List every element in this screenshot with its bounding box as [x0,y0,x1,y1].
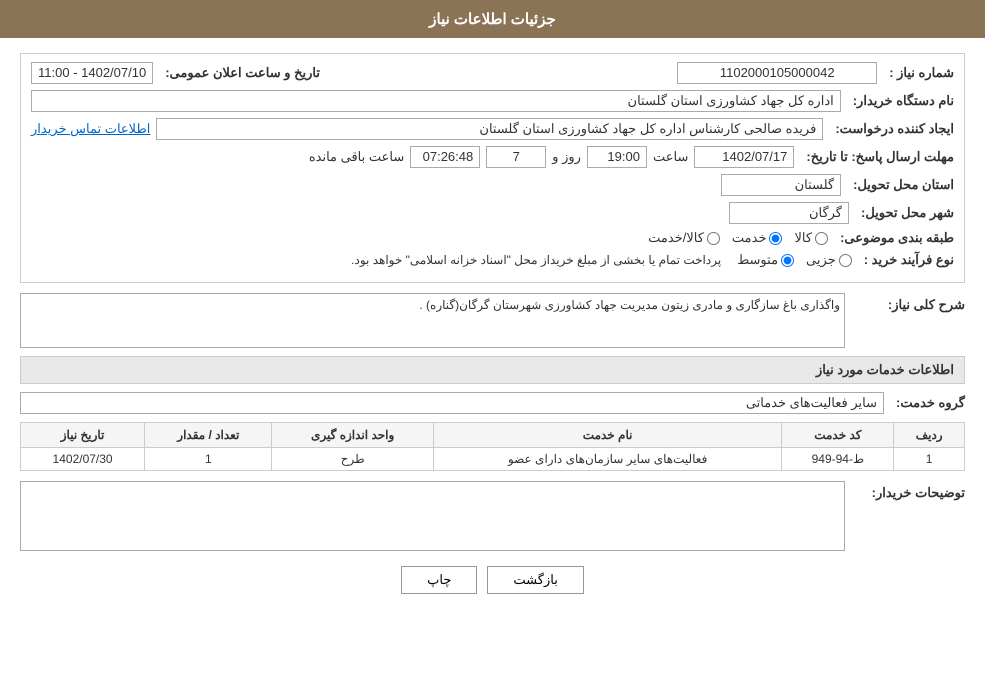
tabaqe-row: طبقه بندی موضوعی: کالا خدمت کالا/خدمت [31,230,954,246]
button-row: بازگشت چاپ [20,566,965,594]
sherh-content: واگذاری باغ سازگاری و مادری زیتون مدیریت… [20,293,845,348]
nooe-jozi-radio[interactable] [839,254,852,267]
saat-baqi-value: 07:26:48 [410,146,480,168]
col-tarikh: تاریخ نیاز [21,423,145,448]
print-button[interactable]: چاپ [401,566,477,594]
col-radif: ردیف [894,423,965,448]
shomare-row: شماره نیاز : 1102000105000042 تاریخ و سا… [31,62,954,84]
table-body: 1 ط-94-949 فعالیت‌های سایر سازمان‌های دا… [21,448,965,471]
nam-dastgah-label: نام دستگاه خریدار: [847,93,954,109]
sherh-box-container: واگذاری باغ سازگاری و مادری زیتون مدیریت… [20,293,845,348]
tozihat-label: توضیحات خریدار: [845,481,965,501]
ijad-konande-value: فریده صالحی کارشناس اداره کل جهاد کشاورز… [156,118,823,140]
ostan-tahvil-label: استان محل تحویل: [847,177,954,193]
tabaqe-kala-khedmat-label: کالا/خدمت [648,230,704,246]
saat-baqi-label: ساعت باقی مانده [309,149,404,165]
nooe-motevaset: متوسط [737,252,794,268]
back-button[interactable]: بازگشت [487,566,583,594]
sherh-section: شرح کلی نیاز: واگذاری باغ سازگاری و مادر… [20,293,965,348]
nooe-text: پرداخت تمام یا بخشی از مبلغ خریداز محل "… [351,253,721,267]
cell-tarikh: 1402/07/30 [21,448,145,471]
saat-label: ساعت [653,149,688,165]
grooh-value: سایر فعالیت‌های خدماتی [20,392,884,414]
shahr-tahvil-label: شهر محل تحویل: [855,205,954,221]
khedamat-section-title: اطلاعات خدمات مورد نیاز [20,356,965,384]
tarikh-elan-value: 1402/07/10 - 11:00 [31,62,153,84]
shahr-row: شهر محل تحویل: گرگان [31,202,954,224]
ijad-konande-label: ایجاد کننده درخواست: [829,121,954,137]
table-header: ردیف کد خدمت نام خدمت واحد اندازه گیری ت… [21,423,965,448]
nam-dastgah-row: نام دستگاه خریدار: اداره کل جهاد کشاورزی… [31,90,954,112]
mohlat-row: مهلت ارسال پاسخ: تا تاریخ: 1402/07/17 سا… [31,146,954,168]
sherh-label: شرح کلی نیاز: [845,293,965,313]
tozihat-box-container [20,481,845,551]
table-row: 1 ط-94-949 فعالیت‌های سایر سازمان‌های دا… [21,448,965,471]
col-kod: کد خدمت [782,423,894,448]
roz-label: روز و [552,149,581,165]
tabaqe-kala-radio[interactable] [815,232,828,245]
col-vahed: واحد اندازه گیری [272,423,433,448]
saat-value: 19:00 [587,146,647,168]
tabaqe-khedmat-radio[interactable] [769,232,782,245]
nooe-jozi-label: جزیی [806,252,836,268]
cell-vahed: طرح [272,448,433,471]
tabaqe-kala-khedmat-radio[interactable] [707,232,720,245]
cell-nam: فعالیت‌های سایر سازمان‌های دارای عضو [433,448,781,471]
cell-tedad: 1 [145,448,272,471]
nooe-label: نوع فرآیند خرید : [858,252,954,268]
ostan-tahvil-value: گلستان [721,174,841,196]
tabaqe-khedmat: خدمت [732,230,783,246]
shahr-tahvil-value: گرگان [729,202,849,224]
ettelaat-tamas-link[interactable]: اطلاعات تماس خریدار [31,121,150,137]
cell-kod: ط-94-949 [782,448,894,471]
roz-value: 7 [486,146,546,168]
nooe-row: نوع فرآیند خرید : جزیی متوسط پرداخت تمام… [31,252,954,268]
main-info-section: شماره نیاز : 1102000105000042 تاریخ و سا… [20,53,965,283]
shomare-niaz-label: شماره نیاز : [883,65,954,81]
tabaqe-label: طبقه بندی موضوعی: [834,230,954,246]
col-tedad: تعداد / مقدار [145,423,272,448]
nooe-motevaset-label: متوسط [737,252,778,268]
date-value: 1402/07/17 [694,146,794,168]
ijad-konande-row: ایجاد کننده درخواست: فریده صالحی کارشناس… [31,118,954,140]
tozihat-section: توضیحات خریدار: [20,481,965,551]
cell-radif: 1 [894,448,965,471]
nam-dastgah-value: اداره کل جهاد کشاورزی استان گلستان [31,90,841,112]
shomare-niaz-value: 1102000105000042 [677,62,877,84]
nooe-radio-group: جزیی متوسط [737,252,852,268]
page-title: جزئیات اطلاعات نیاز [0,0,985,38]
grooh-row: گروه خدمت: سایر فعالیت‌های خدماتی [20,392,965,414]
tabaqe-kala-khedmat: کالا/خدمت [648,230,720,246]
grooh-label: گروه خدمت: [890,395,965,411]
ostan-row: استان محل تحویل: گلستان [31,174,954,196]
mohlat-label: مهلت ارسال پاسخ: تا تاریخ: [800,149,954,165]
tabaqe-khedmat-label: خدمت [732,230,767,246]
khedamat-table-section: ردیف کد خدمت نام خدمت واحد اندازه گیری ت… [20,422,965,471]
tarikh-elan-label: تاریخ و ساعت اعلان عمومی: [159,65,320,81]
nooe-motevaset-radio[interactable] [781,254,794,267]
tabaqe-kala: کالا [794,230,828,246]
tabaqe-kala-label: کالا [794,230,812,246]
khedamat-table: ردیف کد خدمت نام خدمت واحد اندازه گیری ت… [20,422,965,471]
tabaqe-radio-group: کالا خدمت کالا/خدمت [648,230,828,246]
col-nam: نام خدمت [433,423,781,448]
tozihat-content [20,481,845,551]
nooe-jozi: جزیی [806,252,852,268]
